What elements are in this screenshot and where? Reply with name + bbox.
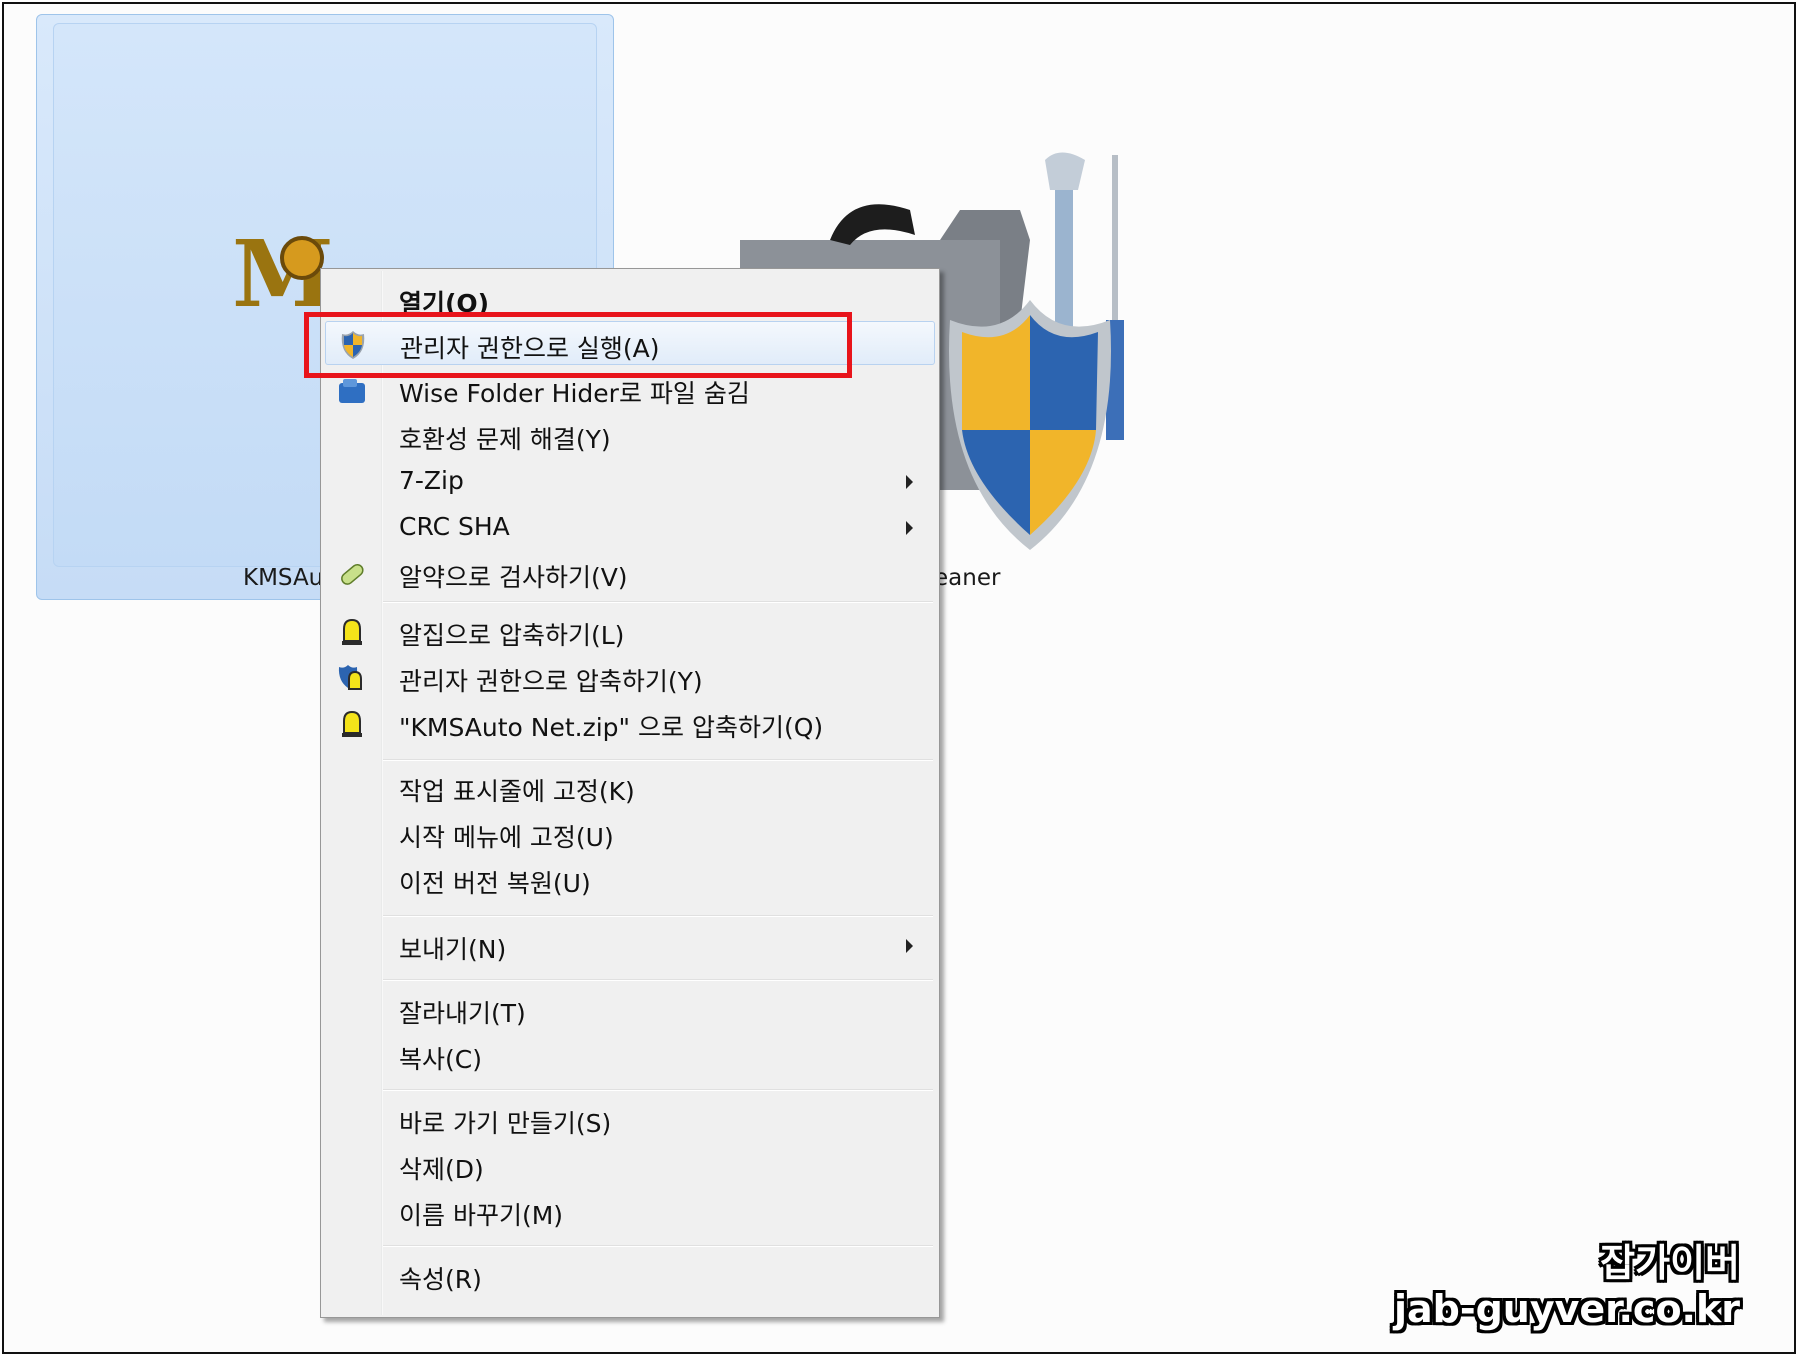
menu-item-label: 시작 메뉴에 고정(U) bbox=[399, 823, 614, 852]
desktop-item-label: KMSAu bbox=[243, 565, 324, 591]
menu-separator bbox=[383, 759, 933, 761]
menu-item-label: 보내기(N) bbox=[399, 935, 507, 964]
menu-item-label: 이름 바꾸기(M) bbox=[399, 1201, 564, 1230]
menu-item-7zip[interactable]: 7-Zip bbox=[325, 459, 935, 503]
menu-item-rename[interactable]: 이름 바꾸기(M) bbox=[325, 1189, 935, 1233]
menu-item-alyac-scan[interactable]: 알약으로 검사하기(V) bbox=[325, 551, 935, 595]
alyac-pill-icon bbox=[341, 563, 364, 585]
alzip-icon bbox=[342, 618, 362, 645]
menu-item-pin-start-menu[interactable]: 시작 메뉴에 고정(U) bbox=[325, 811, 935, 855]
menu-item-restore-previous[interactable]: 이전 버전 복원(U) bbox=[325, 857, 935, 901]
menu-item-properties[interactable]: 속성(R) bbox=[325, 1253, 935, 1297]
alzip-icon bbox=[342, 710, 362, 737]
menu-item-label: 속성(R) bbox=[399, 1265, 482, 1294]
menu-item-label: 작업 표시줄에 고정(K) bbox=[399, 777, 635, 806]
wise-folder-icon bbox=[339, 379, 365, 403]
desktop-item-label: eaner bbox=[934, 565, 1001, 591]
menu-separator bbox=[383, 915, 933, 917]
menu-item-send-to[interactable]: 보내기(N) bbox=[325, 923, 935, 967]
watermark: 잡가이버 jab-guyver.co.kr bbox=[1394, 1240, 1740, 1332]
menu-separator bbox=[383, 1245, 933, 1247]
submenu-arrow-icon bbox=[906, 475, 913, 489]
menu-item-alzip-admin-compress[interactable]: 관리자 권한으로 압축하기(Y) bbox=[325, 655, 935, 699]
submenu-arrow-icon bbox=[906, 939, 913, 953]
menu-item-label: 이전 버전 복원(U) bbox=[399, 869, 591, 898]
menu-separator bbox=[383, 601, 933, 603]
menu-item-label: Wise Folder Hider로 파일 숨김 bbox=[399, 379, 750, 408]
menu-item-crc-sha[interactable]: CRC SHA bbox=[325, 505, 935, 549]
menu-item-label: "KMSAuto Net.zip" 으로 압축하기(Q) bbox=[399, 713, 824, 742]
watermark-url: jab-guyver.co.kr bbox=[1393, 1287, 1740, 1331]
menu-item-cut[interactable]: 잘라내기(T) bbox=[325, 987, 935, 1031]
context-menu: 열기(O) 관리자 권한으로 실행(A) Wise Folder Hider로 … bbox=[320, 268, 940, 1318]
menu-item-label: 알집으로 압축하기(L) bbox=[399, 621, 625, 650]
menu-item-label: 알약으로 검사하기(V) bbox=[399, 563, 628, 592]
menu-item-label: 7-Zip bbox=[399, 466, 464, 495]
menu-item-delete[interactable]: 삭제(D) bbox=[325, 1143, 935, 1187]
menu-item-alzip-compress[interactable]: 알집으로 압축하기(L) bbox=[325, 609, 935, 653]
menu-item-label: 삭제(D) bbox=[399, 1155, 484, 1184]
menu-item-label: 바로 가기 만들기(S) bbox=[399, 1109, 612, 1138]
menu-separator bbox=[383, 979, 933, 981]
menu-item-label: CRC SHA bbox=[399, 512, 510, 541]
menu-item-label: 호환성 문제 해결(Y) bbox=[399, 425, 611, 454]
highlight-annotation-box bbox=[304, 312, 852, 378]
submenu-arrow-icon bbox=[906, 521, 913, 535]
menu-item-copy[interactable]: 복사(C) bbox=[325, 1033, 935, 1077]
menu-item-label: 관리자 권한으로 압축하기(Y) bbox=[399, 667, 703, 696]
alzip-admin-icon bbox=[338, 665, 362, 690]
watermark-title: 잡가이버 bbox=[1600, 1241, 1740, 1285]
menu-item-label: 잘라내기(T) bbox=[399, 999, 526, 1028]
menu-item-pin-taskbar[interactable]: 작업 표시줄에 고정(K) bbox=[325, 765, 935, 809]
menu-item-label: 복사(C) bbox=[399, 1045, 482, 1074]
menu-separator bbox=[383, 1089, 933, 1091]
menu-item-alzip-compress-to-zip[interactable]: "KMSAuto Net.zip" 으로 압축하기(Q) bbox=[325, 701, 935, 745]
menu-item-create-shortcut[interactable]: 바로 가기 만들기(S) bbox=[325, 1097, 935, 1141]
menu-item-troubleshoot-compat[interactable]: 호환성 문제 해결(Y) bbox=[325, 413, 935, 457]
